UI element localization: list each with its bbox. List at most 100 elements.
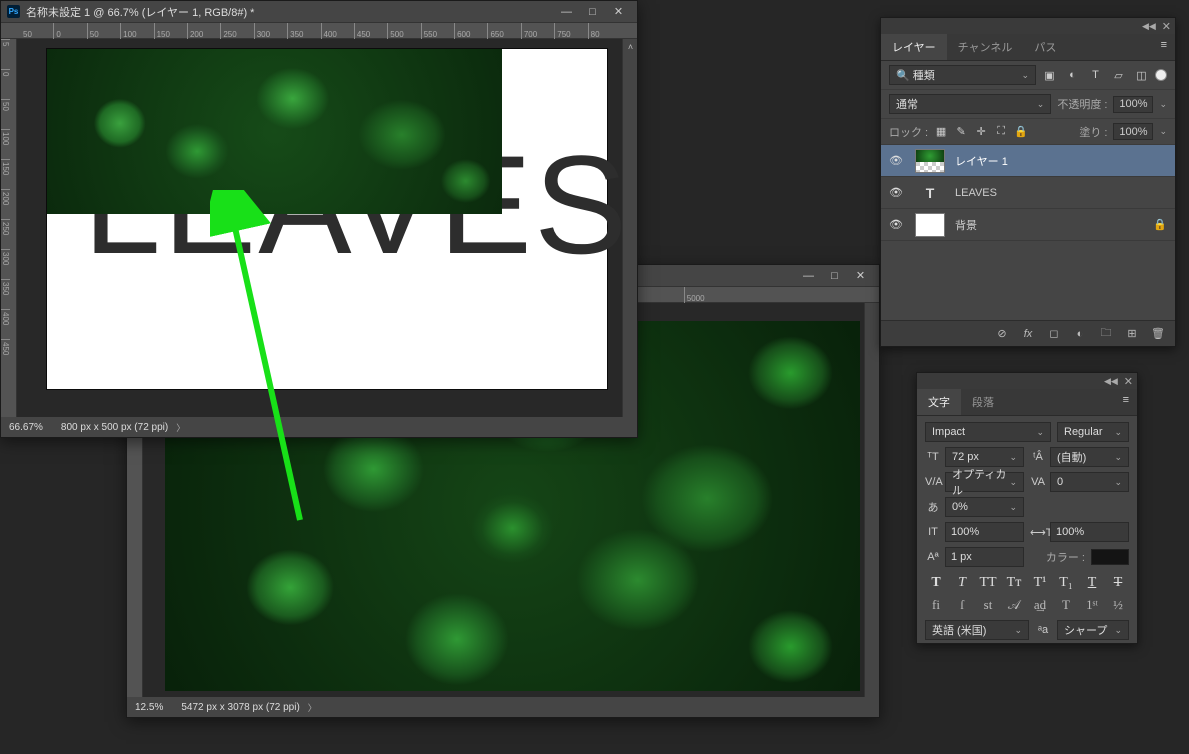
lock-artboard-icon[interactable]: ⛶	[994, 125, 1008, 138]
panel-menu-icon[interactable]: ≡	[1153, 34, 1175, 60]
faux-italic-button[interactable]: T	[953, 575, 971, 591]
layer-thumbnail[interactable]	[915, 149, 945, 173]
adjustment-layer-icon[interactable]: ◐	[1073, 328, 1087, 340]
text-color-swatch[interactable]	[1091, 549, 1129, 565]
opacity-dropdown-icon[interactable]: ⌄	[1159, 99, 1167, 110]
close-button[interactable]: ✕	[848, 267, 873, 285]
layers-panel-tabs: レイヤー チャンネル パス ≡	[881, 34, 1175, 61]
delete-layer-icon[interactable]: 🗑	[1151, 327, 1165, 340]
blend-mode-select[interactable]: 通常⌄	[889, 94, 1051, 114]
link-layers-icon[interactable]: ⊘	[995, 327, 1009, 340]
tab-paths[interactable]: パス	[1023, 34, 1067, 60]
maximize-button[interactable]: □	[822, 267, 847, 285]
subscript-button[interactable]: T₁	[1057, 575, 1075, 591]
layer-item[interactable]: 👁 背景 🔒	[881, 209, 1175, 241]
doc1-canvas[interactable]: LEAVES	[17, 39, 637, 417]
layers-panel-footer: ⊘ fx ◻ ◐ 🗀 ⊞ 🗑	[881, 320, 1175, 346]
strikethrough-button[interactable]: T	[1109, 575, 1127, 591]
ordinals-button[interactable]: T	[1057, 597, 1075, 613]
maximize-button[interactable]: □	[580, 3, 605, 21]
doc2-statusbar: 12.5% 5472 px x 3078 px (72 ppi) 〉	[127, 697, 879, 717]
layer-name[interactable]: LEAVES	[955, 187, 997, 199]
font-family-select[interactable]: Impact⌄	[925, 422, 1051, 442]
collapse-icon[interactable]: ◀◀	[1104, 376, 1118, 387]
kerning-select[interactable]: オプティカル⌄	[945, 472, 1024, 492]
ligatures-button[interactable]: fi	[927, 597, 945, 613]
layer-mask-icon[interactable]: ◻	[1047, 327, 1061, 340]
tracking-input[interactable]: 0⌄	[1050, 472, 1129, 492]
fractions-button[interactable]: 1ˢᵗ	[1083, 597, 1101, 613]
fill-value[interactable]: 100%	[1113, 123, 1153, 140]
layer-item[interactable]: 👁 T LEAVES	[881, 177, 1175, 209]
language-select[interactable]: 英語 (米国)⌄	[925, 620, 1029, 640]
statusbar-chevron-icon[interactable]: 〉	[176, 421, 185, 434]
filter-shape-icon[interactable]: ▱	[1111, 69, 1126, 82]
filter-adjustment-icon[interactable]: ◐	[1065, 69, 1080, 82]
lock-icon[interactable]: 🔒	[1153, 218, 1167, 231]
layer-name[interactable]: レイヤー 1	[955, 153, 1008, 169]
leading-input[interactable]: (自動)⌄	[1050, 447, 1129, 467]
layer-effects-icon[interactable]: fx	[1021, 328, 1035, 340]
panel-close-icon[interactable]: ✕	[1124, 375, 1133, 388]
lock-pixels-icon[interactable]: ✎	[954, 125, 968, 138]
titling-alt-button[interactable]: a͢d	[1031, 597, 1049, 613]
lock-transparency-icon[interactable]: ▦	[934, 125, 948, 138]
visibility-icon[interactable]: 👁	[889, 218, 905, 231]
collapse-icon[interactable]: ◀◀	[1142, 21, 1156, 32]
filter-pixel-icon[interactable]: ▣	[1042, 69, 1057, 82]
font-size-input[interactable]: 72 px⌄	[945, 447, 1024, 467]
vertical-scrollbar[interactable]: ˄	[622, 39, 637, 417]
layer-group-icon[interactable]: 🗀	[1099, 324, 1113, 343]
doc2-dims: 5472 px x 3078 px (72 ppi)	[181, 702, 299, 713]
layer-filter-select[interactable]: 🔍 種類⌄	[889, 65, 1036, 85]
panel-collapse-bar[interactable]: ◀◀ ✕	[881, 18, 1175, 34]
visibility-icon[interactable]: 👁	[889, 154, 905, 167]
layer-item[interactable]: 👁 レイヤー 1	[881, 145, 1175, 177]
anti-alias-select[interactable]: シャープ⌄	[1057, 620, 1129, 640]
layer-name[interactable]: 背景	[955, 217, 977, 233]
close-button[interactable]: ✕	[606, 3, 631, 21]
tabular-button[interactable]: ½	[1109, 597, 1127, 613]
tab-layers[interactable]: レイヤー	[881, 34, 947, 60]
new-layer-icon[interactable]: ⊞	[1125, 327, 1139, 340]
tab-paragraph[interactable]: 段落	[961, 389, 1005, 415]
horizontal-scale-input[interactable]: 100%	[1050, 522, 1129, 542]
panel-collapse-bar[interactable]: ◀◀ ✕	[917, 373, 1137, 389]
vertical-scrollbar[interactable]	[864, 303, 879, 697]
tab-channels[interactable]: チャンネル	[947, 34, 1024, 60]
lock-position-icon[interactable]: ✛	[974, 125, 988, 138]
panel-close-icon[interactable]: ✕	[1162, 20, 1171, 33]
layers-panel[interactable]: ◀◀ ✕ レイヤー チャンネル パス ≡ 🔍 種類⌄ ▣ ◐ T ▱ ◫ 通常⌄…	[880, 17, 1176, 347]
fill-dropdown-icon[interactable]: ⌄	[1159, 126, 1167, 137]
font-style-select[interactable]: Regular⌄	[1057, 422, 1129, 442]
all-caps-button[interactable]: TT	[979, 575, 997, 591]
vertical-scale-input[interactable]: 100%	[945, 522, 1024, 542]
scroll-up-icon[interactable]: ˄	[623, 39, 638, 54]
tsume-input[interactable]: 0%⌄	[945, 497, 1024, 517]
filter-toggle[interactable]	[1155, 69, 1167, 81]
kerning-icon: V/A	[925, 476, 941, 488]
swash-button[interactable]: 𝒜	[1005, 597, 1023, 613]
filter-type-icon[interactable]: T	[1088, 69, 1103, 82]
opacity-value[interactable]: 100%	[1113, 96, 1153, 113]
layer-thumbnail[interactable]	[915, 213, 945, 237]
doc1-titlebar[interactable]: Ps 名称未設定 1 @ 66.7% (レイヤー 1, RGB/8#) * — …	[1, 1, 637, 23]
contextual-alt-button[interactable]: ſ	[953, 597, 971, 613]
baseline-input[interactable]: 1 px	[945, 547, 1024, 567]
minimize-button[interactable]: —	[554, 3, 579, 21]
visibility-icon[interactable]: 👁	[889, 186, 905, 199]
lock-all-icon[interactable]: 🔒	[1014, 125, 1028, 138]
faux-bold-button[interactable]: T	[927, 575, 945, 591]
font-size-icon: ᵀT	[925, 451, 941, 463]
superscript-button[interactable]: T¹	[1031, 575, 1049, 591]
minimize-button[interactable]: —	[796, 267, 821, 285]
stylistic-alt-button[interactable]: st	[979, 597, 997, 613]
filter-smartobject-icon[interactable]: ◫	[1134, 69, 1149, 82]
document-window-1[interactable]: Ps 名称未設定 1 @ 66.7% (レイヤー 1, RGB/8#) * — …	[0, 0, 638, 438]
statusbar-chevron-icon[interactable]: 〉	[308, 701, 317, 714]
underline-button[interactable]: T	[1083, 575, 1101, 591]
panel-menu-icon[interactable]: ≡	[1115, 389, 1137, 415]
character-panel[interactable]: ◀◀ ✕ 文字 段落 ≡ Impact⌄ Regular⌄ ᵀT 72 px⌄ …	[916, 372, 1138, 644]
tab-character[interactable]: 文字	[917, 389, 961, 415]
small-caps-button[interactable]: Tᴛ	[1005, 575, 1023, 591]
